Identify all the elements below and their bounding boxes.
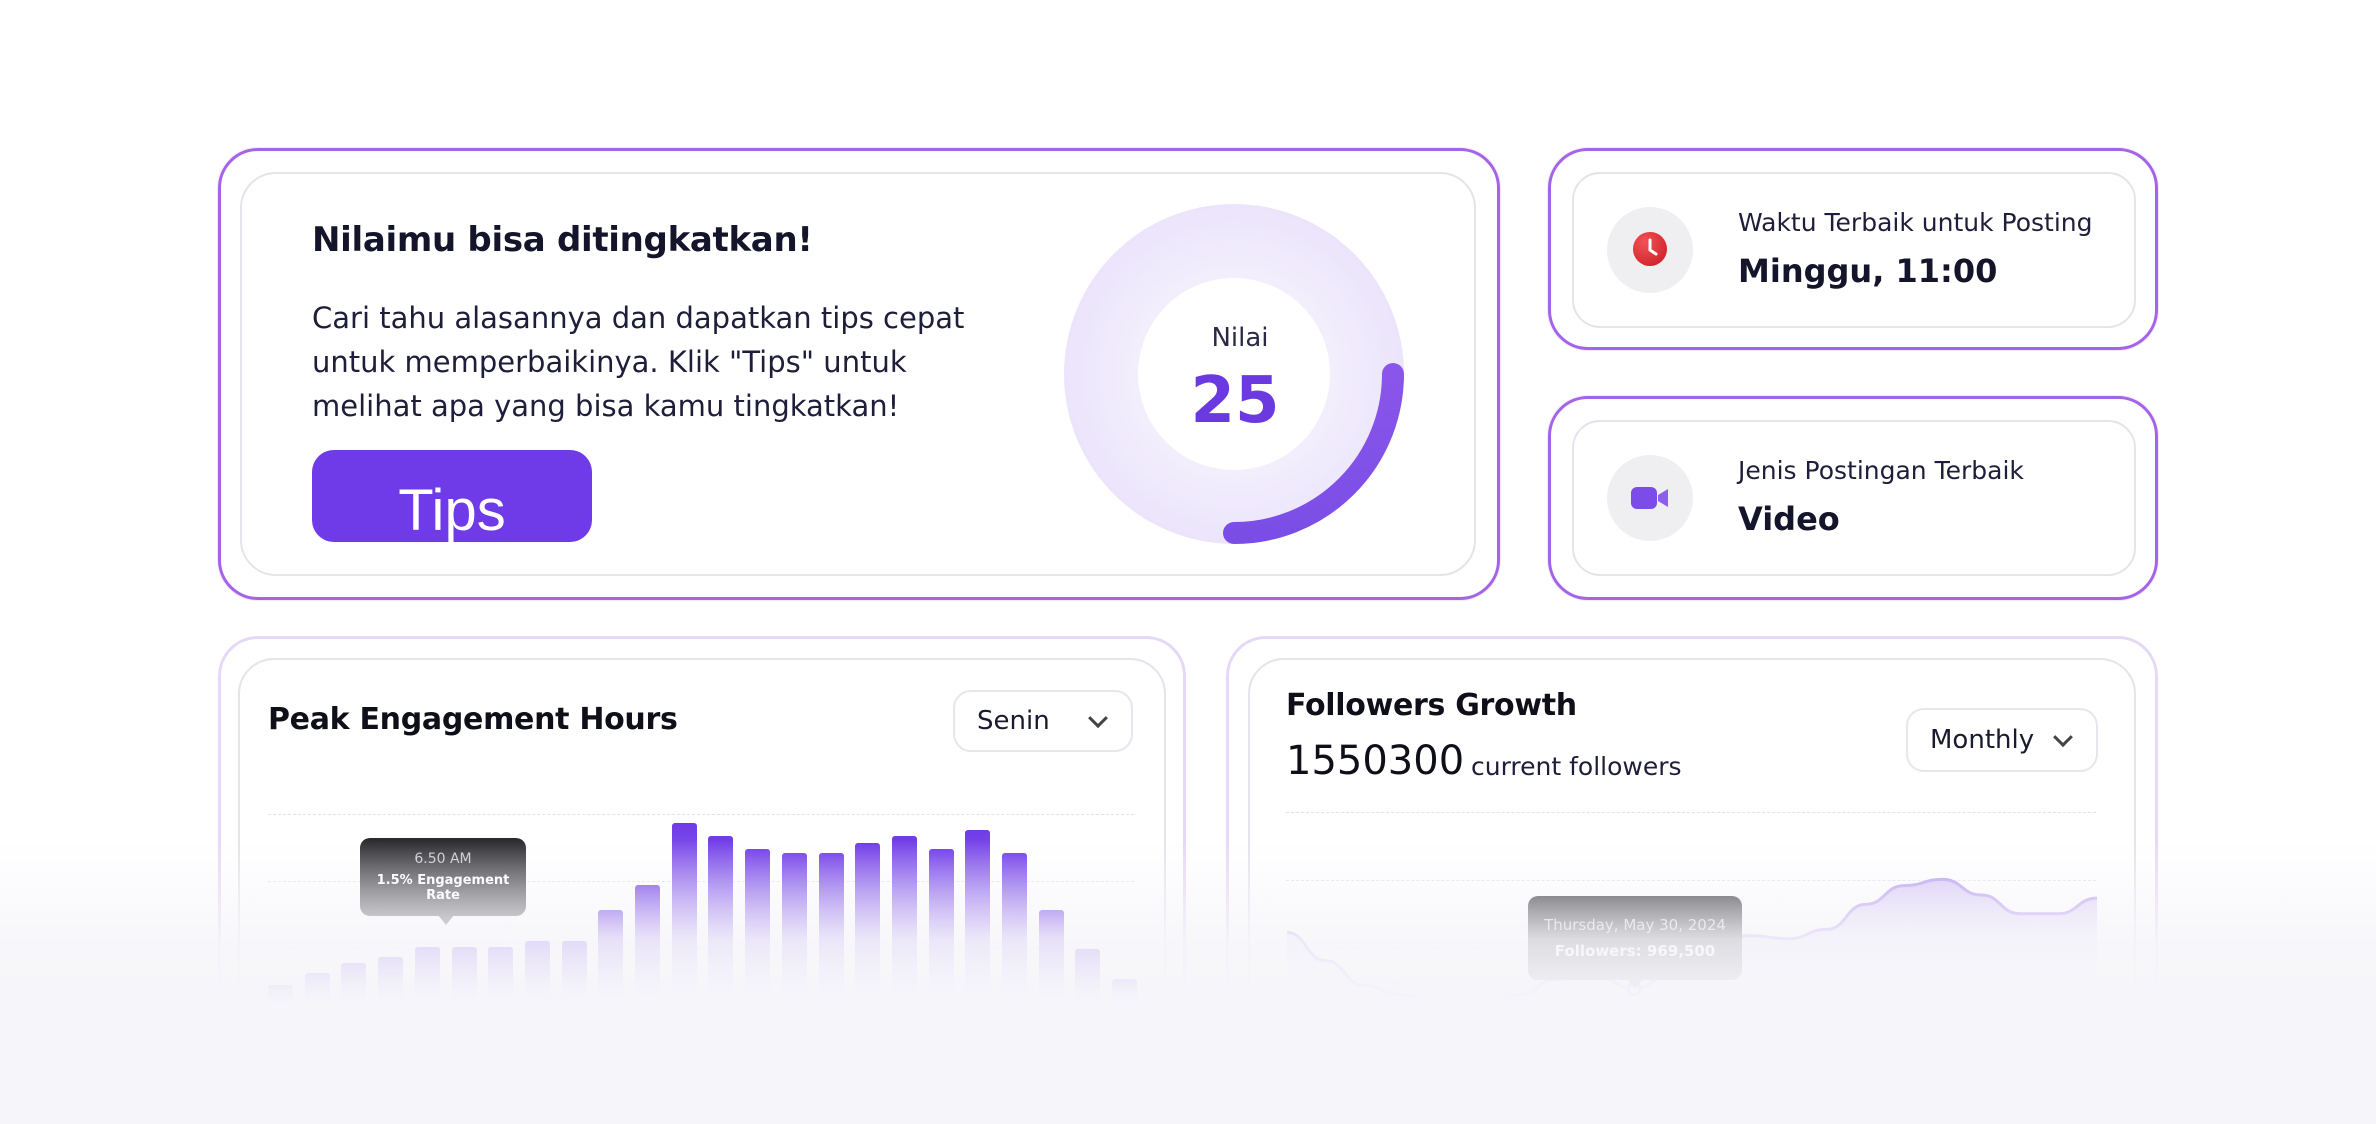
engagement-bar[interactable]	[818, 853, 844, 1010]
chevron-down-icon	[2053, 727, 2073, 748]
gauge-label: Nilai	[1211, 323, 1269, 353]
engagement-bar[interactable]	[304, 973, 330, 1010]
best-time-value: Minggu, 11:00	[1738, 252, 1998, 290]
best-type-icon-circle	[1607, 455, 1693, 541]
chevron-down-icon	[1088, 708, 1108, 729]
tooltip-date: Thursday, May 30, 2024	[1544, 916, 1726, 934]
period-dropdown-value: Monthly	[1930, 725, 2035, 755]
clock-icon	[1633, 232, 1667, 266]
followers-tooltip: Thursday, May 30, 2024 Followers: 969,50…	[1528, 896, 1742, 980]
best-time-icon-circle	[1607, 207, 1693, 293]
engagement-bar[interactable]	[451, 946, 477, 1010]
engagement-bar[interactable]	[855, 842, 881, 1010]
followers-count-label: current followers	[1471, 752, 1682, 781]
engagement-bar[interactable]	[268, 984, 293, 1010]
day-dropdown-value: Senin	[977, 706, 1050, 736]
engagement-bar[interactable]	[928, 848, 954, 1010]
engagement-bar[interactable]	[341, 962, 367, 1010]
day-dropdown[interactable]: Senin	[953, 690, 1133, 752]
gauge-value: 25	[1190, 364, 1280, 438]
tooltip-time: 6.50 AM	[414, 851, 472, 867]
engagement-bar[interactable]	[524, 940, 550, 1010]
engagement-tooltip: 6.50 AM 1.5% Engagement Rate	[360, 838, 526, 916]
engagement-bar[interactable]	[1002, 853, 1027, 1010]
tooltip-followers: Followers: 969,500	[1554, 942, 1716, 960]
engagement-bar[interactable]	[635, 885, 660, 1010]
score-description: Cari tahu alasannya dan dapatkan tips ce…	[312, 301, 965, 423]
best-type-value: Video	[1738, 500, 1840, 538]
engagement-bar[interactable]	[561, 940, 587, 1010]
tips-button-label: Tips	[398, 478, 506, 542]
best-type-label: Jenis Postingan Terbaik	[1738, 456, 2024, 485]
tips-button[interactable]: Tips	[312, 450, 592, 542]
engagement-bar[interactable]	[1038, 909, 1064, 1010]
engagement-bar[interactable]	[671, 823, 697, 1010]
engagement-bar[interactable]	[414, 946, 440, 1010]
gridline	[1286, 812, 2096, 813]
engagement-bar[interactable]	[965, 830, 991, 1010]
engagement-bar[interactable]	[781, 853, 807, 1010]
engagement-bar[interactable]	[1112, 978, 1138, 1010]
engagement-bar[interactable]	[891, 835, 917, 1010]
engagement-bar[interactable]	[745, 848, 771, 1010]
followers-count: 1550300	[1286, 738, 1465, 784]
peak-engagement-title: Peak Engagement Hours	[268, 702, 678, 737]
period-dropdown[interactable]: Monthly	[1906, 708, 2098, 772]
engagement-bar[interactable]	[378, 956, 404, 1010]
gridline	[268, 814, 1134, 815]
engagement-bar[interactable]	[488, 946, 514, 1010]
score-title: Nilaimu bisa ditingkatkan!	[312, 220, 813, 260]
engagement-bar[interactable]	[708, 835, 734, 1010]
engagement-bar[interactable]	[1075, 948, 1101, 1010]
followers-growth-title: Followers Growth	[1286, 688, 1577, 723]
best-time-label: Waktu Terbaik untuk Posting	[1738, 208, 2093, 237]
video-camera-icon	[1631, 487, 1668, 509]
engagement-bar[interactable]	[598, 909, 624, 1010]
tooltip-arrow	[438, 915, 454, 925]
tooltip-rate: 1.5% Engagement Rate	[376, 873, 510, 903]
tooltip-arrow	[1627, 979, 1643, 989]
